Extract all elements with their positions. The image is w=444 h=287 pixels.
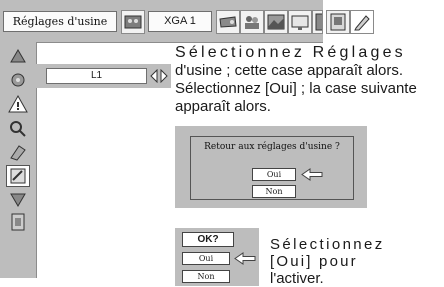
menu-bar: Réglages d'usine XGA 1	[0, 0, 323, 43]
image-icon[interactable]	[264, 10, 288, 34]
instruction-line1: Sélectionnez	[270, 236, 385, 253]
lamp-value[interactable]: L1	[46, 68, 147, 84]
projector-icon[interactable]	[216, 10, 240, 34]
description: Sélectionnez Réglages d'usine ; cette ca…	[175, 44, 439, 116]
pointer-arrow-icon	[234, 252, 256, 265]
factory-default-icon[interactable]	[6, 165, 30, 187]
filter-icon[interactable]	[7, 118, 29, 138]
reset-no-button[interactable]: Non	[252, 185, 296, 198]
lamp-selector: L1	[36, 64, 171, 88]
exit-icon[interactable]	[7, 212, 29, 232]
frame-icon[interactable]	[326, 10, 350, 34]
confirm-no-button[interactable]: Non	[182, 270, 230, 283]
confirm-title: OK?	[182, 232, 234, 247]
tab-factory-settings[interactable]: Réglages d'usine	[3, 11, 117, 32]
reset-yes-button[interactable]: Oui	[252, 168, 296, 181]
sidebar	[0, 42, 37, 278]
palette-icon[interactable]	[121, 10, 145, 34]
instruction-line3: l'activer.	[270, 270, 324, 287]
confirm-yes-button[interactable]: Oui	[182, 252, 230, 265]
description-rest: d'usine ; cette case apparaît alors. Sél…	[175, 62, 417, 115]
reset-question: Retour aux réglages d'usine ?	[204, 142, 340, 152]
people-icon[interactable]	[240, 10, 264, 34]
instruction-line2: [Oui] pour	[270, 253, 358, 270]
triangle-down-icon[interactable]	[7, 190, 29, 210]
resolution-display: XGA 1	[148, 11, 212, 32]
film-icon[interactable]	[312, 10, 323, 34]
pencil-icon[interactable]	[350, 10, 374, 34]
instruction-text: Sélectionnez [Oui] pour l'activer.	[270, 236, 442, 287]
description-line1: Sélectionnez Réglages	[175, 44, 406, 61]
search-icon[interactable]	[7, 142, 29, 162]
warning-icon[interactable]	[7, 94, 29, 114]
screen-icon[interactable]	[288, 10, 312, 34]
settings-icon[interactable]	[7, 70, 29, 90]
triangle-up-icon[interactable]	[7, 46, 29, 66]
pointer-arrow-icon	[301, 168, 323, 181]
left-right-arrows-icon[interactable]	[150, 69, 168, 83]
